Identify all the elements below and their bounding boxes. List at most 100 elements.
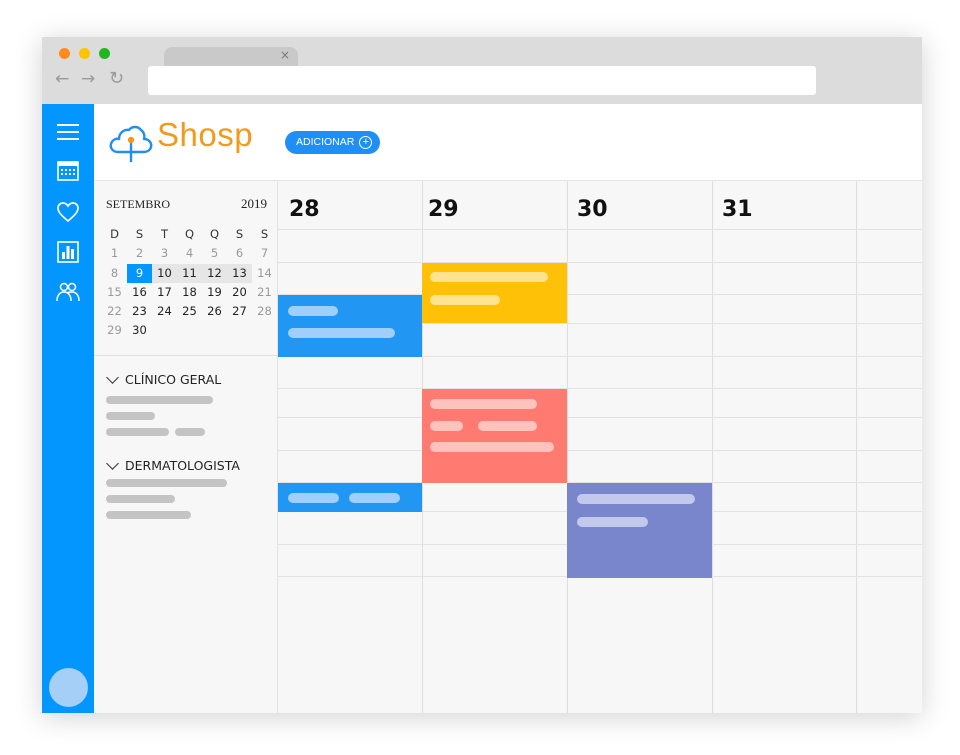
row-divider: [278, 229, 922, 230]
app-header: Shosp ADICIONAR +: [94, 104, 922, 181]
calendar-day[interactable]: 15: [102, 283, 127, 302]
calendar-day[interactable]: 30: [127, 321, 152, 340]
event-text-line: [288, 493, 339, 503]
placeholder-line: [106, 412, 155, 420]
event-text-line: [577, 517, 648, 527]
chart-icon[interactable]: [56, 240, 80, 264]
event-block-yellow[interactable]: [422, 263, 567, 323]
calendar-icon[interactable]: [56, 158, 80, 182]
calendar-month: SETEMBRO: [106, 197, 171, 211]
event-block-blue[interactable]: [278, 295, 422, 357]
event-text-line: [430, 421, 463, 431]
left-panel: SETEMBRO 2019 D S T Q Q S S 1 2 3 4 5 6 7 8 9 10 11 12 13 14…: [94, 181, 278, 713]
address-bar[interactable]: [148, 66, 816, 95]
calendar-day[interactable]: 26: [202, 302, 227, 321]
event-text-line: [288, 328, 395, 338]
calendar-day[interactable]: 20: [227, 283, 252, 302]
event-block-blue-short[interactable]: [278, 483, 422, 512]
row-divider: [278, 417, 922, 418]
calendar-day[interactable]: 1: [102, 244, 127, 263]
event-block-red[interactable]: [422, 389, 567, 483]
calendar-day[interactable]: 8: [102, 264, 127, 283]
calendar-day[interactable]: 17: [152, 283, 177, 302]
calendar-day[interactable]: 22: [102, 302, 127, 321]
tab-close-icon[interactable]: ×: [280, 48, 290, 62]
event-text-line: [349, 493, 400, 503]
plus-circle-icon: +: [359, 136, 373, 149]
event-text-line: [430, 295, 500, 305]
maximize-window-dot[interactable]: [99, 48, 110, 59]
calendar-day[interactable]: 25: [177, 302, 202, 321]
calendar-day[interactable]: 27: [227, 302, 252, 321]
calendar-day[interactable]: 5: [202, 244, 227, 263]
empty-day-cell: [227, 321, 252, 340]
avatar[interactable]: [49, 668, 88, 707]
minimize-window-dot[interactable]: [79, 48, 90, 59]
placeholder-line: [175, 428, 205, 436]
panel-divider: [94, 355, 277, 356]
calendar-day[interactable]: 3: [152, 244, 177, 263]
event-text-line: [577, 494, 695, 504]
day-header-30[interactable]: 30: [577, 197, 608, 222]
placeholder-line: [106, 495, 175, 503]
calendar-day[interactable]: 11: [177, 263, 202, 283]
weekday-header: S: [235, 227, 244, 241]
back-arrow-icon[interactable]: ←: [55, 70, 69, 88]
group-dermatologista[interactable]: DERMATOLOGISTA: [106, 456, 240, 473]
calendar-day[interactable]: 9: [127, 263, 152, 283]
reload-icon[interactable]: ↻: [109, 70, 124, 88]
calendar-day[interactable]: 10: [152, 263, 177, 283]
calendar-day[interactable]: 28: [252, 302, 277, 321]
event-text-line: [430, 272, 548, 282]
group-clinico-geral[interactable]: CLÍNICO GERAL: [106, 370, 221, 387]
day-header-28[interactable]: 28: [289, 197, 320, 222]
day-header-31[interactable]: 31: [722, 197, 753, 222]
calendar-day[interactable]: 4: [177, 244, 202, 263]
chevron-down-icon: [106, 370, 119, 384]
calendar-day[interactable]: 12: [202, 263, 227, 283]
calendar-day[interactable]: 7: [252, 244, 277, 263]
column-divider: [712, 181, 713, 713]
event-text-line: [288, 306, 338, 316]
weekday-header: D: [110, 227, 119, 241]
weekday-header: Q: [209, 227, 220, 241]
event-text-line: [430, 399, 537, 409]
calendar-day[interactable]: 6: [227, 244, 252, 263]
calendar-year: 2019: [241, 196, 267, 211]
calendar-day[interactable]: 2: [127, 244, 152, 263]
chevron-down-icon: [106, 456, 119, 470]
calendar-day[interactable]: 24: [152, 302, 177, 321]
forward-arrow-icon[interactable]: →: [81, 70, 95, 88]
add-button[interactable]: ADICIONAR +: [285, 131, 381, 154]
column-divider: [856, 181, 857, 713]
row-divider: [278, 262, 922, 263]
calendar-day[interactable]: 29: [102, 321, 127, 340]
day-header-29[interactable]: 29: [428, 197, 459, 222]
empty-day-cell: [252, 321, 277, 340]
calendar-day[interactable]: 18: [177, 283, 202, 302]
event-block-purple[interactable]: [567, 483, 712, 578]
calendar-day[interactable]: 23: [127, 302, 152, 321]
empty-day-cell: [177, 321, 202, 340]
sidebar: [42, 104, 94, 713]
empty-day-cell: [202, 321, 227, 340]
weekday-header: S: [135, 227, 144, 241]
doctors-icon[interactable]: [56, 280, 80, 304]
placeholder-line: [106, 396, 213, 404]
calendar-day[interactable]: 21: [252, 283, 277, 302]
empty-day-cell: [152, 321, 177, 340]
menu-icon[interactable]: [56, 120, 80, 144]
weekday-header: Q: [184, 227, 195, 241]
heart-icon[interactable]: [56, 200, 80, 224]
close-window-dot[interactable]: [59, 48, 70, 59]
calendar-day[interactable]: 14: [252, 264, 277, 283]
calendar-day[interactable]: 16: [127, 283, 152, 302]
calendar-day[interactable]: 13: [227, 263, 252, 283]
row-divider: [278, 450, 922, 451]
browser-tab[interactable]: ×: [164, 47, 298, 67]
placeholder-line: [106, 511, 191, 519]
calendar-day[interactable]: 19: [202, 283, 227, 302]
weekday-header: S: [260, 227, 269, 241]
event-text-line: [478, 421, 537, 431]
week-grid: 28 29 30 31: [278, 181, 922, 713]
